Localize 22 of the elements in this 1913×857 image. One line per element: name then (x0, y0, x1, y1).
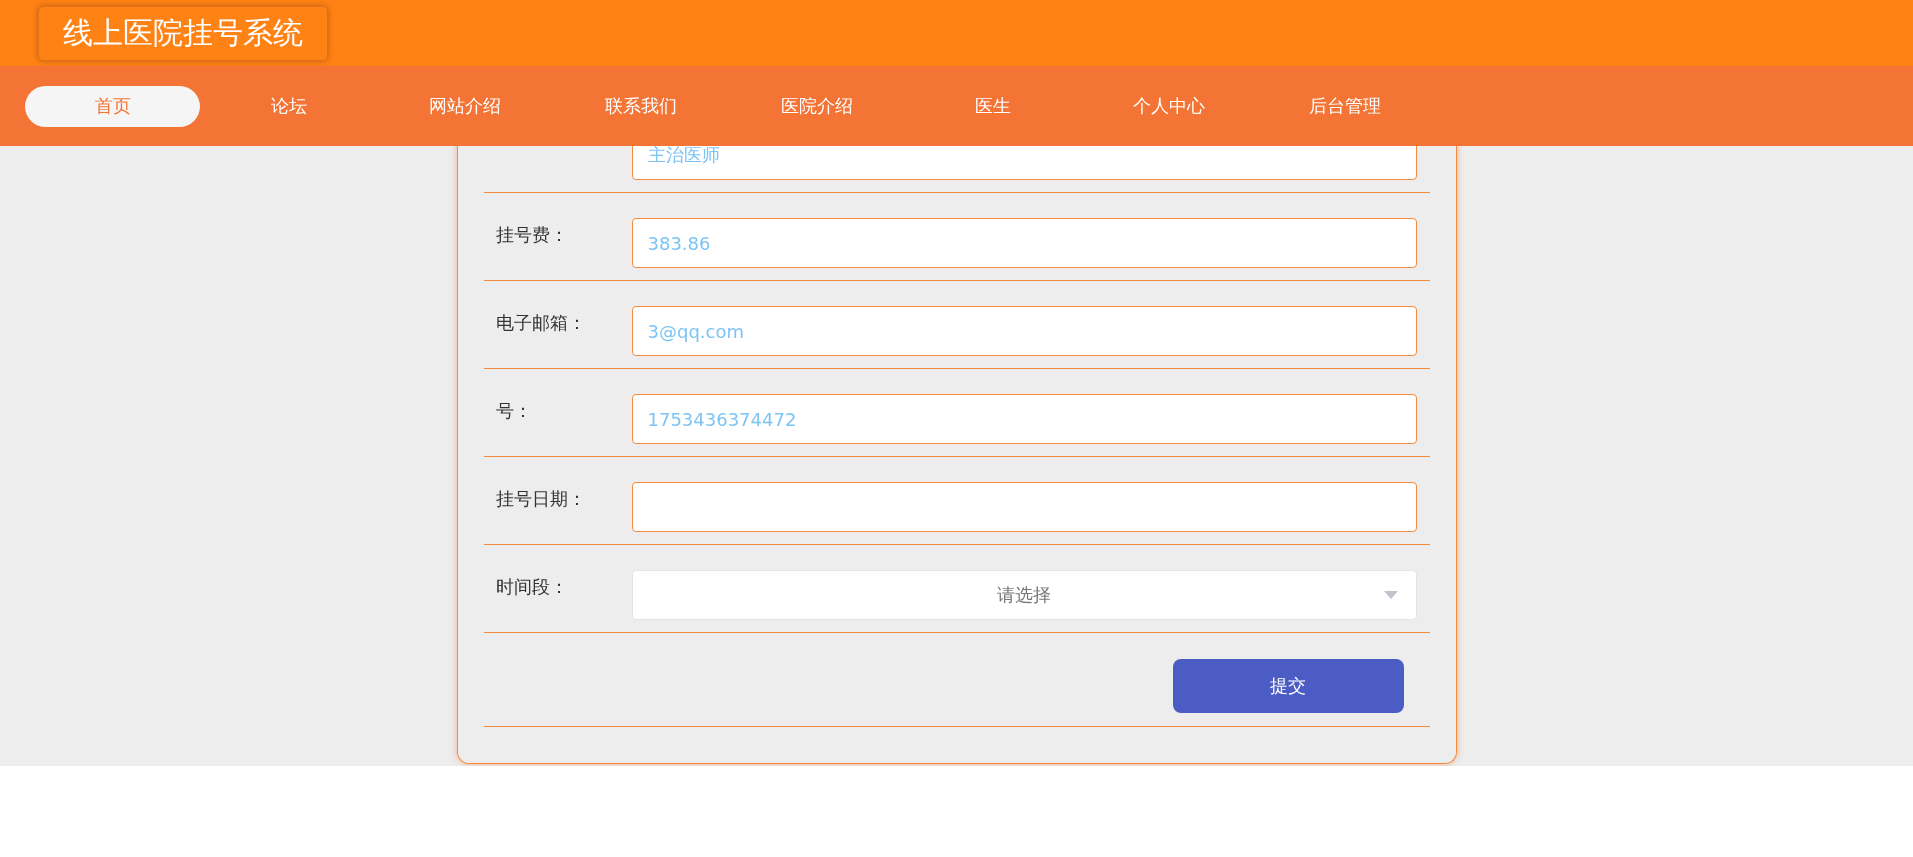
nav-tab[interactable]: 网站介绍 (377, 85, 552, 127)
nav-tab[interactable]: 首页 (25, 85, 200, 127)
field-label: 电子邮箱： (494, 311, 587, 335)
nav-tab[interactable]: 个人中心 (1081, 85, 1256, 127)
caret-icon (1383, 591, 1398, 599)
nav-tab[interactable]: 论坛 (201, 85, 376, 127)
nav-tab[interactable]: 医生 (905, 85, 1080, 127)
text-field[interactable]: 383.86 (631, 218, 1417, 268)
field-label: 挂号费： (494, 223, 569, 247)
submit-button[interactable]: 提交 (1172, 659, 1404, 713)
text-field[interactable]: 1753436374472 (631, 394, 1417, 444)
field-label: 时间段： (494, 575, 569, 599)
site-title: 线上医院挂号系统 (38, 5, 328, 61)
dropdown-field[interactable]: 请选择 (631, 570, 1417, 620)
nav-tab[interactable]: 联系我们 (553, 85, 728, 127)
text-field[interactable]: 3@qq.com (631, 306, 1417, 356)
nav-tab[interactable]: 医院介绍 (729, 85, 904, 127)
text-field[interactable] (631, 482, 1417, 532)
text-field[interactable]: 主治医师 (631, 146, 1417, 180)
nav-tab[interactable]: 后台管理 (1257, 85, 1432, 127)
field-label: 号： (494, 399, 533, 423)
field-label: 挂号日期： (494, 487, 587, 511)
